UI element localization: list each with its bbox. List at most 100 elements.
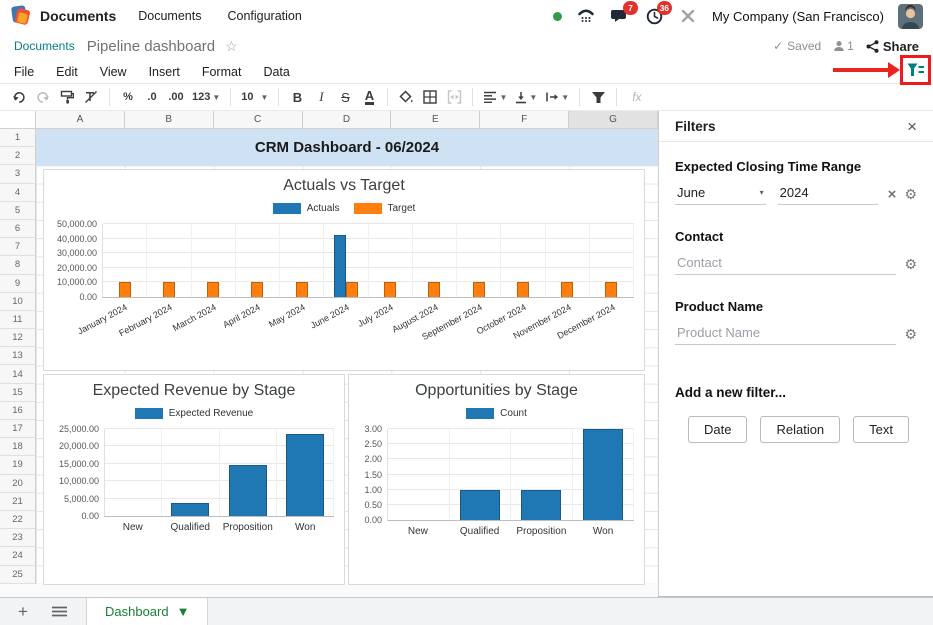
column-header-B[interactable]: B xyxy=(125,111,214,129)
row-header-13[interactable]: 13 xyxy=(0,347,36,365)
row-header-5[interactable]: 5 xyxy=(0,202,36,220)
menu-insert[interactable]: Insert xyxy=(149,65,180,79)
y-tick-label: 2.00 xyxy=(350,454,382,464)
fill-color-button[interactable] xyxy=(395,86,417,108)
text-color-button[interactable]: A xyxy=(358,86,380,108)
column-header-A[interactable]: A xyxy=(36,111,125,129)
decrease-decimal-button[interactable]: .0 xyxy=(141,86,163,108)
tab-menu-caret-icon[interactable]: ▼ xyxy=(177,604,190,619)
text-wrap-button[interactable]: ▼ xyxy=(542,86,572,108)
redo-button[interactable] xyxy=(32,86,54,108)
user-avatar[interactable] xyxy=(898,4,923,29)
font-size-selector[interactable]: 10▼ xyxy=(238,86,271,108)
clear-filter-icon[interactable]: × xyxy=(888,187,897,202)
undo-button[interactable] xyxy=(8,86,30,108)
chart-opportunities-by-stage[interactable]: Opportunities by Stage Count 0.000.501.0… xyxy=(348,374,645,585)
messages-icon[interactable]: 7 xyxy=(610,6,630,26)
menu-format[interactable]: Format xyxy=(202,65,242,79)
percent-format-button[interactable]: % xyxy=(117,86,139,108)
close-icon[interactable]: × xyxy=(907,118,917,135)
sheet-list-button[interactable] xyxy=(46,599,72,625)
favorite-star-icon[interactable]: ☆ xyxy=(225,38,238,55)
bar-group xyxy=(413,224,457,297)
row-header-4[interactable]: 4 xyxy=(0,184,36,202)
gear-icon[interactable]: ⚙ xyxy=(904,187,917,201)
filter-button[interactable] xyxy=(587,86,609,108)
company-switcher[interactable]: My Company (San Francisco) xyxy=(712,9,884,24)
y-tick-label: 0.50 xyxy=(350,500,382,510)
row-header-20[interactable]: 20 xyxy=(0,475,36,493)
add-relation-filter-button[interactable]: Relation xyxy=(760,416,840,443)
row-header-10[interactable]: 10 xyxy=(0,293,36,311)
period-select[interactable]: June▾ xyxy=(675,183,766,205)
activities-clock-icon[interactable]: 36 xyxy=(644,6,664,26)
year-input[interactable] xyxy=(778,183,878,205)
dashboard-banner[interactable]: CRM Dashboard - 06/2024 xyxy=(36,129,658,166)
phone-icon[interactable] xyxy=(576,6,596,26)
row-header-1[interactable]: 1 xyxy=(0,129,36,147)
contact-input[interactable] xyxy=(675,253,896,275)
nav-menu-configuration[interactable]: Configuration xyxy=(227,9,301,23)
row-header-16[interactable]: 16 xyxy=(0,402,36,420)
add-text-filter-button[interactable]: Text xyxy=(853,416,909,443)
row-header-3[interactable]: 3 xyxy=(0,165,36,183)
gear-icon[interactable]: ⚙ xyxy=(904,327,917,341)
row-header-14[interactable]: 14 xyxy=(0,365,36,383)
row-header-11[interactable]: 11 xyxy=(0,311,36,329)
menu-file[interactable]: File xyxy=(14,65,34,79)
row-header-22[interactable]: 22 xyxy=(0,511,36,529)
horizontal-align-button[interactable]: ▼ xyxy=(480,86,510,108)
app-name[interactable]: Documents xyxy=(40,8,116,24)
row-header-15[interactable]: 15 xyxy=(0,384,36,402)
strikethrough-button[interactable]: S xyxy=(334,86,356,108)
increase-decimal-button[interactable]: .00 xyxy=(165,86,187,108)
tools-icon[interactable] xyxy=(678,6,698,26)
chart-actuals-vs-target[interactable]: Actuals vs Target ActualsTarget 0.0010,0… xyxy=(43,169,645,371)
nav-menu-documents[interactable]: Documents xyxy=(138,9,201,23)
product-name-input[interactable] xyxy=(675,323,896,345)
row-header-6[interactable]: 6 xyxy=(0,220,36,238)
merge-cells-button[interactable] xyxy=(443,86,465,108)
bold-button[interactable]: B xyxy=(286,86,308,108)
row-header-19[interactable]: 19 xyxy=(0,456,36,474)
row-header-17[interactable]: 17 xyxy=(0,420,36,438)
row-header-2[interactable]: 2 xyxy=(0,147,36,165)
grid-corner-cell[interactable] xyxy=(0,111,36,129)
data-filters-button[interactable] xyxy=(900,55,931,85)
borders-button[interactable] xyxy=(419,86,441,108)
column-header-F[interactable]: F xyxy=(480,111,569,129)
paint-format-button[interactable] xyxy=(56,86,78,108)
row-header-24[interactable]: 24 xyxy=(0,547,36,565)
bar xyxy=(207,282,219,297)
row-header-25[interactable]: 25 xyxy=(0,566,36,584)
bar-group xyxy=(103,224,147,297)
column-header-D[interactable]: D xyxy=(303,111,392,129)
row-header-23[interactable]: 23 xyxy=(0,529,36,547)
row-header-7[interactable]: 7 xyxy=(0,238,36,256)
column-header-E[interactable]: E xyxy=(391,111,480,129)
row-header-21[interactable]: 21 xyxy=(0,493,36,511)
documents-app-icon[interactable] xyxy=(10,5,32,27)
number-format-button[interactable]: 123▼ xyxy=(189,86,223,108)
add-sheet-button[interactable]: + xyxy=(10,599,36,625)
share-button[interactable]: Share xyxy=(866,39,919,54)
gear-icon[interactable]: ⚙ xyxy=(904,257,917,271)
menu-data[interactable]: Data xyxy=(263,65,289,79)
document-title[interactable]: Pipeline dashboard xyxy=(87,38,215,55)
row-header-12[interactable]: 12 xyxy=(0,329,36,347)
row-header-9[interactable]: 9 xyxy=(0,275,36,293)
row-header-8[interactable]: 8 xyxy=(0,256,36,274)
row-header-18[interactable]: 18 xyxy=(0,438,36,456)
column-header-G[interactable]: G xyxy=(569,111,658,129)
legend-swatch xyxy=(273,203,301,214)
menu-view[interactable]: View xyxy=(100,65,127,79)
sheet-tab-dashboard[interactable]: Dashboard▼ xyxy=(86,598,208,625)
clear-format-button[interactable] xyxy=(80,86,102,108)
column-header-C[interactable]: C xyxy=(214,111,303,129)
add-date-filter-button[interactable]: Date xyxy=(688,416,747,443)
breadcrumb-documents-link[interactable]: Documents xyxy=(14,39,75,53)
menu-edit[interactable]: Edit xyxy=(56,65,78,79)
italic-button[interactable]: I xyxy=(310,86,332,108)
vertical-align-button[interactable]: ▼ xyxy=(512,86,540,108)
chart-expected-revenue-by-stage[interactable]: Expected Revenue by Stage Expected Reven… xyxy=(43,374,345,585)
